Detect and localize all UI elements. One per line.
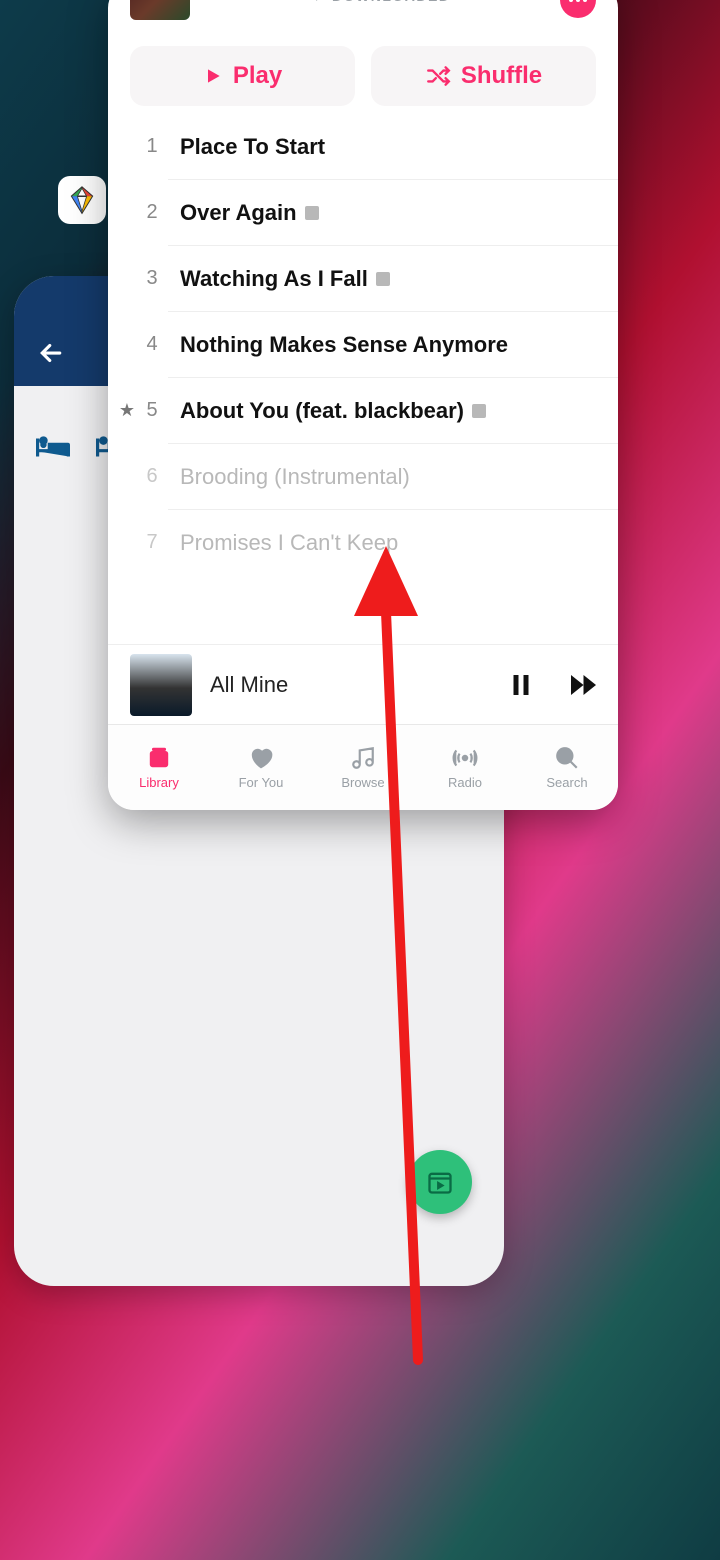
track-list[interactable]: 1 Place To Start 2 Over Again 3 Watching As I… [108, 114, 618, 575]
downloaded-label: DOWNLOADED [332, 0, 450, 4]
track-row[interactable]: 1 Place To Start [108, 114, 618, 179]
track-number: 7 [136, 531, 168, 554]
search-icon [554, 745, 580, 771]
library-icon [146, 745, 172, 771]
tab-for-you[interactable]: For You [210, 725, 312, 810]
music-note-icon [350, 745, 376, 771]
heart-icon [248, 745, 274, 771]
track-row[interactable]: 3 Watching As I Fall [108, 246, 618, 311]
track-number: 1 [136, 135, 168, 158]
tab-browse[interactable]: Browse [312, 725, 414, 810]
downloaded-status: DOWNLOADED [310, 0, 450, 4]
tab-search[interactable]: Search [516, 725, 618, 810]
track-number: 4 [136, 333, 168, 356]
track-row[interactable]: 4 Nothing Makes Sense Anymore [108, 312, 618, 377]
checkmark-icon [310, 0, 326, 4]
track-title: Nothing Makes Sense Anymore [180, 332, 508, 358]
track-title: About You (feat. blackbear) [180, 398, 486, 424]
tab-radio-label: Radio [448, 775, 482, 790]
tab-library-label: Library [139, 775, 179, 790]
background-app-icon [58, 176, 106, 224]
tab-library[interactable]: Library [108, 725, 210, 810]
tab-for-you-label: For You [239, 775, 284, 790]
tab-bar: Library For You Browse Radio Search [108, 724, 618, 810]
diamond-icon [67, 185, 97, 215]
radio-icon [452, 745, 478, 771]
pause-icon[interactable] [506, 670, 536, 700]
track-title: Brooding (Instrumental) [180, 464, 410, 490]
shuffle-icon [425, 63, 451, 89]
now-playing-title: All Mine [210, 672, 288, 698]
play-icon [203, 66, 223, 86]
track-row[interactable]: 6 Brooding (Instrumental) [108, 444, 618, 509]
calendar-fab[interactable] [408, 1150, 472, 1214]
star-icon: ★ [118, 400, 136, 421]
play-label: Play [233, 62, 282, 90]
track-title: Over Again [180, 200, 319, 226]
track-row[interactable]: 2 Over Again [108, 180, 618, 245]
action-row: Play Shuffle [108, 32, 618, 114]
tab-browse-label: Browse [341, 775, 384, 790]
now-playing-artwork [130, 654, 192, 716]
track-row[interactable]: ★5 About You (feat. blackbear) [108, 378, 618, 443]
explicit-icon [376, 272, 390, 286]
music-app-card[interactable]: DOWNLOADED Play Shuffle 1 Place To Start 2… [108, 0, 618, 810]
calendar-play-icon [426, 1168, 454, 1196]
play-button[interactable]: Play [130, 46, 355, 106]
track-number: 3 [136, 267, 168, 290]
explicit-icon [472, 404, 486, 418]
tab-radio[interactable]: Radio [414, 725, 516, 810]
back-arrow-icon[interactable] [36, 338, 66, 368]
track-number: 5 [136, 399, 168, 422]
shuffle-label: Shuffle [461, 62, 542, 90]
track-title: Watching As I Fall [180, 266, 390, 292]
track-number: 2 [136, 201, 168, 224]
bed-icon [36, 436, 70, 460]
tab-search-label: Search [546, 775, 587, 790]
track-title: Place To Start [180, 134, 325, 160]
track-title: Promises I Can't Keep [180, 530, 398, 556]
shuffle-button[interactable]: Shuffle [371, 46, 596, 106]
track-row[interactable]: 7 Promises I Can't Keep [108, 510, 618, 575]
ellipsis-icon [569, 0, 587, 2]
album-header: DOWNLOADED [108, 0, 618, 32]
next-track-icon[interactable] [566, 670, 596, 700]
more-options-button[interactable] [560, 0, 596, 18]
track-number: 6 [136, 465, 168, 488]
now-playing-bar[interactable]: All Mine [108, 644, 618, 724]
album-artwork[interactable] [130, 0, 190, 20]
explicit-icon [305, 206, 319, 220]
now-playing-controls [506, 670, 596, 700]
